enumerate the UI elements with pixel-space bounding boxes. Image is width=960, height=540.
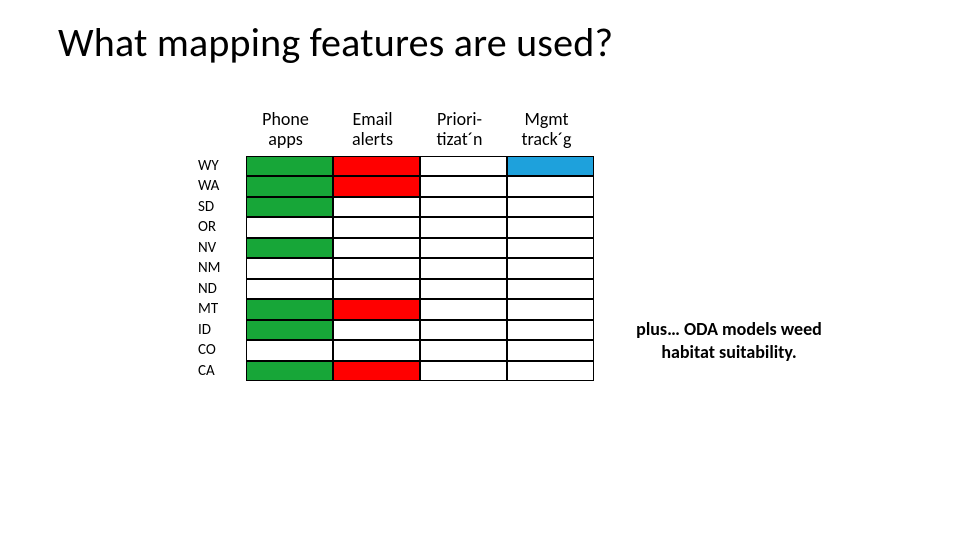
row-label: CO (198, 340, 246, 361)
row-label: WA (198, 176, 246, 197)
grid-cell (420, 299, 507, 320)
col-header-email-alerts: Email alerts (329, 110, 416, 156)
grid-cell (507, 258, 594, 279)
col-header-line2: apps (268, 128, 303, 150)
table-row: NM (198, 258, 594, 279)
grid-cell (246, 156, 333, 177)
page-title: What mapping features are used? (58, 18, 613, 67)
grid-cell (420, 340, 507, 361)
grid-cell (333, 217, 420, 238)
grid-cell (246, 258, 333, 279)
col-header-line1: Email (352, 108, 392, 130)
grid-cell (333, 197, 420, 218)
table-row: ND (198, 279, 594, 300)
grid-cell (333, 340, 420, 361)
table-row: MT (198, 299, 594, 320)
col-header-line1: Phone (262, 108, 309, 130)
row-label: CA (198, 361, 246, 382)
row-label: NM (198, 258, 246, 279)
grid-cell (420, 361, 507, 382)
table-row: CO (198, 340, 594, 361)
col-header-line2: alerts (352, 128, 393, 150)
col-header-line1: Priori- (437, 108, 482, 130)
row-label: MT (198, 299, 246, 320)
grid-cell (333, 299, 420, 320)
table-row: ID (198, 320, 594, 341)
grid-cell (333, 176, 420, 197)
col-header-mgmt-tracking: Mgmt track´g (503, 110, 590, 156)
grid-cell (246, 197, 333, 218)
grid-cell (420, 279, 507, 300)
row-label: ID (198, 320, 246, 341)
grid-cell (507, 299, 594, 320)
table-row: NV (198, 238, 594, 259)
row-label: NV (198, 238, 246, 259)
grid-cell (507, 217, 594, 238)
table-row: WA (198, 176, 594, 197)
grid-cell (507, 238, 594, 259)
grid-cell (420, 320, 507, 341)
col-header-phone-apps: Phone apps (242, 110, 329, 156)
grid-cell (333, 156, 420, 177)
grid-cell (507, 176, 594, 197)
grid-cell (420, 176, 507, 197)
grid-cell (246, 340, 333, 361)
row-label: WY (198, 156, 246, 177)
grid-cell (333, 279, 420, 300)
feature-matrix: Phone apps Email alerts Priori- tizat´n … (198, 110, 594, 381)
grid-cell (246, 320, 333, 341)
col-header-line1: Mgmt (524, 108, 568, 130)
grid-cell (246, 361, 333, 382)
col-header-line2: tizat´n (436, 128, 482, 150)
slide: What mapping features are used? Phone ap… (0, 0, 960, 540)
grid-cell (333, 258, 420, 279)
table-row: WY (198, 156, 594, 177)
grid-cell (246, 279, 333, 300)
col-header-prioritization: Priori- tizat´n (416, 110, 503, 156)
grid-cell (246, 217, 333, 238)
table-row: CA (198, 361, 594, 382)
table-row: OR (198, 217, 594, 238)
grid-cell (420, 238, 507, 259)
grid-cell (420, 156, 507, 177)
col-header-line2: track´g (521, 128, 571, 150)
grid-cell (246, 238, 333, 259)
row-label: SD (198, 197, 246, 218)
grid-cell (333, 238, 420, 259)
row-label: OR (198, 217, 246, 238)
grid-cell (507, 197, 594, 218)
grid-cell (333, 320, 420, 341)
grid-cell (420, 197, 507, 218)
row-label: ND (198, 279, 246, 300)
grid-cell (507, 340, 594, 361)
grid-cell (420, 258, 507, 279)
grid-cell (246, 176, 333, 197)
table-row: SD (198, 197, 594, 218)
grid-cell (333, 361, 420, 382)
column-headers: Phone apps Email alerts Priori- tizat´n … (242, 110, 594, 156)
grid-cell (420, 217, 507, 238)
grid-cell (507, 279, 594, 300)
grid-cell (507, 320, 594, 341)
grid-cell (507, 156, 594, 177)
grid-body: WYWASDORNVNMNDMTIDCOCA (198, 156, 594, 382)
grid-cell (507, 361, 594, 382)
grid-cell (246, 299, 333, 320)
footnote: plus… ODA models weed habitat suitabilit… (614, 318, 844, 363)
